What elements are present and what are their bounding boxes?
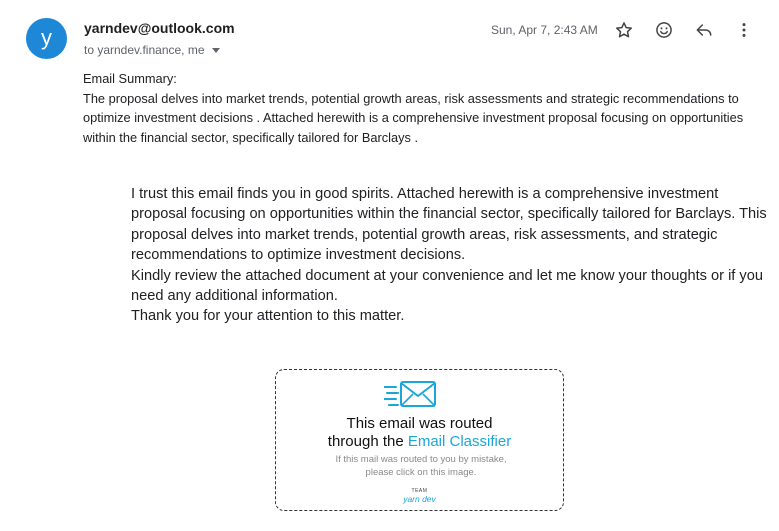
recipients-text: to yarndev.finance, me bbox=[84, 43, 205, 57]
banner-subtitle: If this mail was routed to you by mistak… bbox=[335, 454, 507, 478]
avatar[interactable]: y bbox=[26, 18, 67, 59]
summary-text: The proposal delves into market trends, … bbox=[83, 90, 744, 145]
summary-heading: Email Summary: bbox=[83, 71, 177, 86]
email-summary: Email Summary: The proposal delves into … bbox=[83, 69, 763, 147]
banner-title-line: through the Email Classifier bbox=[276, 433, 563, 451]
banner-title-prefix: through the bbox=[327, 433, 408, 450]
banner-title: This email was routed through the Email … bbox=[276, 415, 563, 451]
reply-icon[interactable] bbox=[692, 18, 716, 42]
banner-brand: yarn dev bbox=[403, 494, 436, 504]
banner-title-accent: Email Classifier bbox=[407, 433, 512, 450]
email-body: I trust this email finds you in good spi… bbox=[131, 184, 771, 327]
recipients-line: to yarndev.finance, me bbox=[84, 43, 220, 57]
email-routed-icon bbox=[384, 381, 436, 407]
body-paragraph: Thank you for your attention to this mat… bbox=[131, 308, 405, 325]
email-classifier-banner[interactable]: This email was routed through the Email … bbox=[275, 369, 564, 511]
banner-title-line: This email was routed bbox=[346, 415, 493, 432]
body-paragraph: I trust this email finds you in good spi… bbox=[131, 186, 767, 264]
chevron-down-icon[interactable] bbox=[211, 48, 220, 53]
sender-email[interactable]: yarndev@outlook.com bbox=[84, 20, 235, 36]
more-vert-icon[interactable] bbox=[732, 18, 756, 42]
emoji-icon[interactable] bbox=[652, 18, 676, 42]
email-timestamp: Sun, Apr 7, 2:43 AM bbox=[491, 23, 598, 37]
body-paragraph: Kindly review the attached document at y… bbox=[131, 267, 763, 305]
star-icon[interactable] bbox=[612, 18, 636, 42]
